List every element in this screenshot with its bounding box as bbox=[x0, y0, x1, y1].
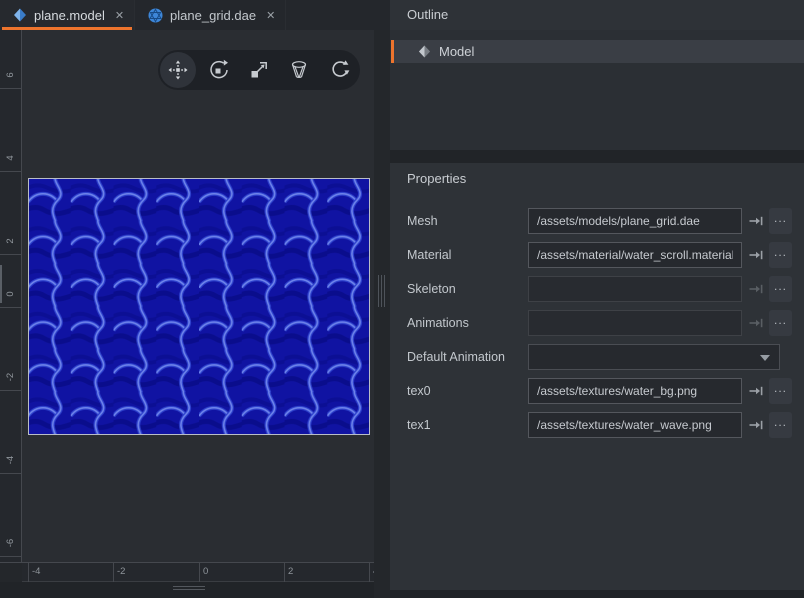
tab-plane-model[interactable]: plane.model ✕ bbox=[0, 0, 135, 30]
outline-section: Outline Model bbox=[390, 0, 804, 150]
browse-button[interactable]: ... bbox=[769, 208, 792, 234]
goto-asset-icon bbox=[748, 418, 764, 432]
horizontal-scrollbar[interactable] bbox=[173, 586, 205, 591]
move-icon bbox=[166, 58, 190, 82]
viewport-bottom-strip bbox=[0, 582, 374, 598]
goto-asset-button[interactable] bbox=[745, 208, 767, 234]
goto-asset-button[interactable] bbox=[745, 242, 767, 268]
goto-asset-icon bbox=[748, 214, 764, 228]
mesh-path-input[interactable] bbox=[528, 208, 742, 234]
horizontal-ruler: -4 -2 0 2 4 bbox=[22, 562, 374, 582]
close-icon[interactable]: ✕ bbox=[266, 9, 275, 22]
mesh-wireframe-icon bbox=[287, 58, 311, 82]
browse-button[interactable]: ... bbox=[769, 310, 792, 336]
ruler-label: 4 bbox=[4, 147, 18, 169]
tex0-path-input[interactable] bbox=[528, 378, 742, 404]
property-row-mesh: Mesh ... bbox=[390, 208, 804, 234]
properties-header: Properties bbox=[407, 171, 466, 186]
property-row-skeleton: Skeleton ... bbox=[390, 276, 804, 302]
browse-button[interactable]: ... bbox=[769, 378, 792, 404]
property-label: Material bbox=[407, 242, 451, 268]
viewport-toolbar bbox=[158, 50, 360, 90]
properties-section: Properties Mesh ... Material bbox=[390, 163, 804, 590]
property-row-animations: Animations ... bbox=[390, 310, 804, 336]
panel-splitter[interactable] bbox=[374, 30, 390, 598]
rotate-tool-button[interactable] bbox=[198, 50, 238, 90]
inspector-panel: Outline Model Properties Mesh bbox=[390, 0, 804, 598]
vertical-ruler: 6 4 2 0 -2 -4 -6 bbox=[0, 30, 22, 562]
ruler-corner bbox=[0, 562, 22, 582]
panel-bottom-strip bbox=[390, 590, 804, 598]
vertical-scrollbar[interactable] bbox=[0, 265, 2, 303]
tab-label: plane.model bbox=[34, 8, 105, 23]
property-row-tex1: tex1 ... bbox=[390, 412, 804, 438]
rotate-icon bbox=[207, 58, 231, 82]
material-path-input[interactable] bbox=[528, 242, 742, 268]
property-label: tex1 bbox=[407, 412, 431, 438]
goto-asset-icon bbox=[748, 384, 764, 398]
property-row-tex0: tex0 ... bbox=[390, 378, 804, 404]
tab-label: plane_grid.dae bbox=[170, 8, 256, 23]
splitter-grip bbox=[378, 275, 386, 307]
property-label: Skeleton bbox=[407, 276, 456, 302]
ruler-label: -6 bbox=[4, 532, 18, 554]
goto-asset-button-disabled bbox=[745, 310, 767, 336]
outline-item-model[interactable]: Model bbox=[391, 40, 804, 63]
ruler-label: -2 bbox=[4, 366, 18, 388]
default-animation-select[interactable] bbox=[528, 344, 780, 370]
skeleton-path-input[interactable] bbox=[528, 276, 742, 302]
refresh-icon bbox=[328, 58, 352, 82]
model-diamond-icon bbox=[418, 45, 431, 58]
property-row-default-animation: Default Animation bbox=[390, 344, 804, 370]
browse-button[interactable]: ... bbox=[769, 242, 792, 268]
goto-asset-icon bbox=[748, 316, 764, 330]
animations-path-input[interactable] bbox=[528, 310, 742, 336]
ruler-label: 0 bbox=[4, 283, 18, 305]
viewport-canvas[interactable]: 6 4 2 0 -2 -4 -6 -4 -2 0 2 4 bbox=[0, 30, 374, 598]
close-icon[interactable]: ✕ bbox=[115, 9, 124, 22]
tab-bar: plane.model ✕ plane_grid.dae ✕ bbox=[0, 0, 390, 30]
goto-asset-icon bbox=[748, 248, 764, 262]
ruler-label: 2 bbox=[4, 230, 18, 252]
ruler-label: 2 bbox=[288, 566, 293, 577]
outline-item-label: Model bbox=[439, 44, 474, 59]
mesh-wireframe-tool-button[interactable] bbox=[279, 50, 319, 90]
property-row-material: Material ... bbox=[390, 242, 804, 268]
property-label: Default Animation bbox=[407, 344, 505, 370]
water-plane-preview bbox=[28, 178, 370, 440]
ruler-label: -4 bbox=[4, 449, 18, 471]
property-label: Animations bbox=[407, 310, 469, 336]
goto-asset-button-disabled bbox=[745, 276, 767, 302]
goto-asset-button[interactable] bbox=[745, 378, 767, 404]
goto-asset-icon bbox=[748, 282, 764, 296]
scale-tool-button[interactable] bbox=[239, 50, 279, 90]
model-diamond-icon bbox=[13, 8, 27, 22]
move-tool-button[interactable] bbox=[158, 50, 198, 90]
geosphere-icon bbox=[148, 8, 163, 23]
dropdown-arrow-icon bbox=[760, 355, 770, 361]
ruler-label: 6 bbox=[4, 64, 18, 86]
browse-button[interactable]: ... bbox=[769, 276, 792, 302]
goto-asset-button[interactable] bbox=[745, 412, 767, 438]
scale-icon bbox=[247, 58, 271, 82]
property-label: Mesh bbox=[407, 208, 438, 234]
ruler-label: 0 bbox=[203, 566, 208, 577]
ruler-label: -4 bbox=[32, 566, 40, 577]
refresh-tool-button[interactable] bbox=[320, 50, 360, 90]
ruler-label: -2 bbox=[117, 566, 125, 577]
browse-button[interactable]: ... bbox=[769, 412, 792, 438]
tex1-path-input[interactable] bbox=[528, 412, 742, 438]
asset-editor-window: plane.model ✕ plane_grid.dae ✕ bbox=[0, 0, 804, 598]
tab-plane-grid-dae[interactable]: plane_grid.dae ✕ bbox=[135, 0, 286, 30]
property-label: tex0 bbox=[407, 378, 431, 404]
outline-header: Outline bbox=[390, 0, 804, 30]
